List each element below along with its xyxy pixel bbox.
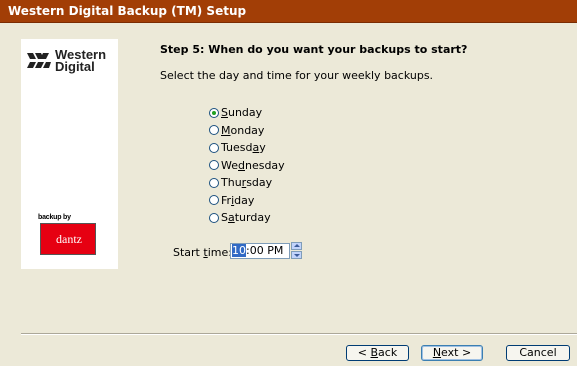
time-hour-selected: 10 [232,244,246,257]
day-option-monday[interactable]: Monday [209,122,285,140]
day-label: Tuesday [221,141,266,155]
day-option-friday[interactable]: Friday [209,192,285,210]
spin-up-arrow-icon[interactable] [291,242,302,250]
day-label: Saturday [221,211,271,225]
radio-button-icon[interactable] [209,125,219,136]
start-time-input[interactable]: 10:00 PM [230,243,290,259]
brand-line2: Digital [55,59,95,74]
day-label: Thursday [221,176,273,190]
day-option-sunday[interactable]: Sunday [209,104,285,122]
day-label: Sunday [221,106,263,120]
time-spinner[interactable] [291,242,302,260]
radio-button-icon[interactable] [209,177,219,188]
dantz-logo: backup by dantz [38,214,98,259]
back-button[interactable]: < Back [346,345,409,361]
day-option-tuesday[interactable]: Tuesday [209,139,285,157]
day-option-thursday[interactable]: Thursday [209,174,285,192]
day-label: Wednesday [221,158,285,172]
wd-logo-text: Western Digital [55,48,106,74]
dantz-box: dantz [40,223,96,255]
radio-button-icon[interactable] [209,195,219,206]
step-description: Select the day and time for your weekly … [160,69,434,82]
next-label: Next > [432,346,472,359]
day-option-saturday[interactable]: Saturday [209,209,285,227]
radio-button-icon[interactable] [209,212,219,223]
partner-caption: backup by [38,214,71,221]
radio-button-icon[interactable] [209,107,219,118]
setup-window: Western Digital Backup (TM) Setup Wester… [0,0,577,366]
partner-name: dantz [49,229,89,249]
step-title: Step 5: When do you want your backups to… [160,43,468,56]
radio-button-icon[interactable] [209,160,219,171]
footer-divider [21,333,577,335]
next-button[interactable]: Next > [421,345,483,361]
day-radio-group: Sunday Monday Tuesday Wednesday Thursday Frid… [209,104,285,227]
radio-button-icon[interactable] [209,142,219,153]
window-title: Western Digital Backup (TM) Setup [0,0,577,23]
day-label: Friday [221,193,255,207]
day-label: Monday [221,123,265,137]
wd-mark-icon [27,53,51,68]
sidebar-panel: Western Digital backup by dantz [21,39,118,269]
back-label: < Back [357,346,398,359]
spin-down-arrow-icon[interactable] [291,251,302,259]
cancel-button[interactable]: Cancel [506,345,570,361]
start-time-label: Start time: [173,246,232,259]
western-digital-logo: Western Digital [27,48,115,74]
time-rest: :00 PM [246,244,284,257]
day-option-wednesday[interactable]: Wednesday [209,157,285,175]
